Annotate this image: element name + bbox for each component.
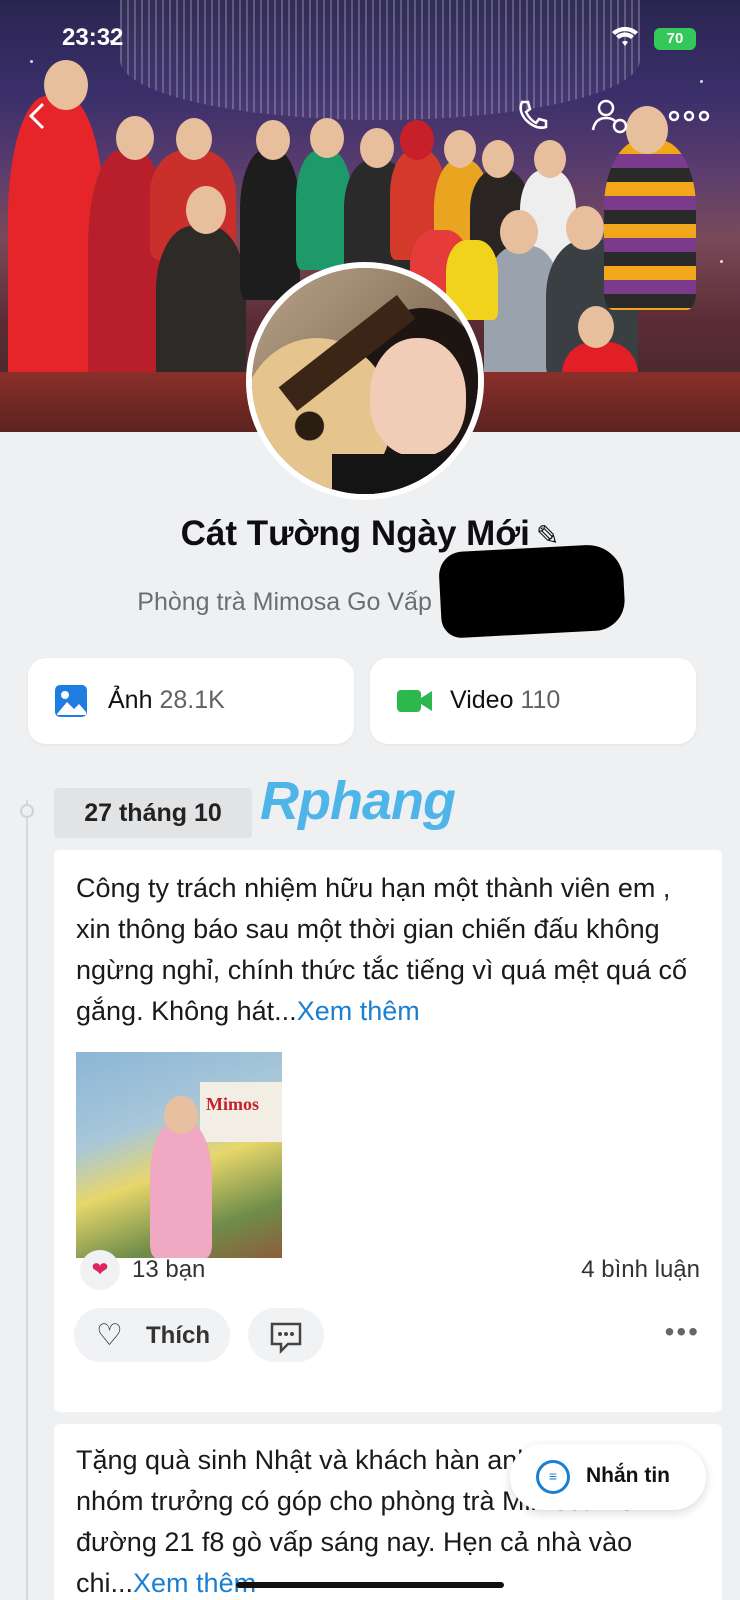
videos-card[interactable]: Video 110 <box>370 658 696 744</box>
photos-count: 28.1K <box>159 686 225 714</box>
sparkle <box>700 80 703 83</box>
redaction-mark <box>437 543 627 639</box>
person-head <box>310 118 344 158</box>
person-head <box>116 116 154 160</box>
person-head <box>400 120 434 160</box>
person-head <box>256 120 290 160</box>
photos-card[interactable]: Ảnh 28.1K <box>28 658 354 744</box>
person-head <box>186 186 226 234</box>
message-button[interactable]: ≡ Nhắn tin <box>510 1444 706 1510</box>
back-icon[interactable] <box>18 96 58 136</box>
like-label: Thích <box>146 1322 210 1349</box>
profile-name: Cát Tường Ngày Mới <box>180 514 530 553</box>
chandelier-decoration <box>120 0 640 120</box>
battery-indicator: 70 <box>654 28 696 50</box>
like-button[interactable]: ♡ Thích <box>74 1308 230 1362</box>
heart-outline-icon: ♡ <box>96 1319 123 1352</box>
heart-icon: ❤ <box>80 1250 120 1290</box>
videos-count: 110 <box>520 686 561 714</box>
videos-label-row: Video 110 <box>450 686 560 715</box>
wifi-icon <box>612 26 638 54</box>
timeline-dot <box>20 804 34 818</box>
person-head <box>360 128 394 168</box>
photos-label: Ảnh <box>108 686 153 714</box>
status-time: 23:32 <box>62 24 124 51</box>
photo-person <box>150 1122 212 1258</box>
watermark-text: Rphang <box>260 771 456 831</box>
profile-bio-row: Phòng trà Mimosa Go Vấp 3 <box>0 588 740 617</box>
watermark: Rphang <box>260 770 456 832</box>
message-label: Nhắn tin <box>586 1464 670 1487</box>
sparkle <box>720 260 723 263</box>
timeline-line <box>26 800 28 1600</box>
post-photo[interactable]: Mimos <box>76 1052 282 1258</box>
person-head <box>578 306 614 348</box>
phone-icon[interactable] <box>512 96 552 136</box>
photo-person-head <box>164 1096 198 1134</box>
see-more-link[interactable]: Xem thêm <box>297 996 420 1026</box>
post-text-block: Công ty trách nhiệm hữu hạn một thành vi… <box>76 868 706 1032</box>
person <box>604 140 696 310</box>
sparkle <box>30 60 33 63</box>
profile-bio: Phòng trà Mimosa Go Vấp <box>137 588 439 616</box>
person <box>156 226 246 386</box>
comment-button[interactable] <box>248 1308 324 1362</box>
comment-count[interactable]: 4 bình luận <box>581 1256 700 1284</box>
status-bar: 23:32 70 <box>0 22 740 56</box>
profile-name-row: Cát Tường Ngày Mới ✎ <box>0 514 740 554</box>
date-chip: 27 tháng 10 <box>54 788 252 838</box>
avatar-face <box>370 338 466 456</box>
more-icon[interactable] <box>666 96 712 136</box>
home-indicator <box>236 1582 504 1588</box>
video-icon <box>396 684 432 718</box>
post-card: Công ty trách nhiệm hữu hạn một thành vi… <box>54 850 722 1412</box>
comment-icon <box>270 1322 302 1355</box>
photo-sign-text: Mimos <box>206 1094 259 1114</box>
person-head <box>626 106 668 154</box>
avatar[interactable] <box>246 262 484 500</box>
user-settings-icon[interactable] <box>590 96 630 136</box>
post-options-icon[interactable]: ••• <box>665 1316 700 1348</box>
photos-label-row: Ảnh 28.1K <box>108 686 225 715</box>
person-head <box>176 118 212 160</box>
avatar-shirt <box>332 454 478 494</box>
person-head <box>566 206 604 250</box>
person-head <box>482 140 514 178</box>
videos-label: Video <box>450 686 514 714</box>
person-head <box>444 130 476 168</box>
person-head <box>534 140 566 178</box>
message-icon: ≡ <box>536 1460 570 1494</box>
photo-icon <box>54 684 88 718</box>
reaction-count[interactable]: 13 bạn <box>132 1256 205 1284</box>
person-head <box>500 210 538 254</box>
